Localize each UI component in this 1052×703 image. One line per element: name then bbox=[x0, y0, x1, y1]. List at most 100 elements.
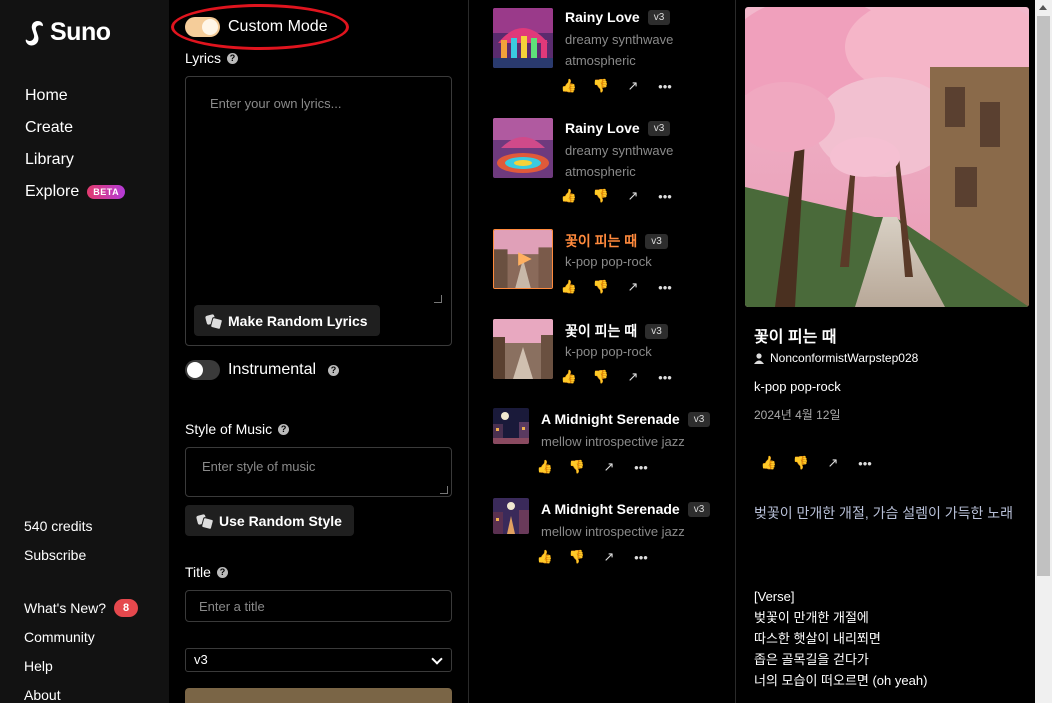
thumbs-up-icon[interactable]: 👍 bbox=[560, 369, 578, 385]
nav-library-label: Library bbox=[25, 151, 74, 168]
detail-username: NonconformistWarpstep028 bbox=[770, 351, 919, 365]
about-text: About bbox=[24, 686, 61, 703]
scrollbar[interactable] bbox=[1035, 0, 1052, 703]
more-icon[interactable]: ••• bbox=[656, 188, 674, 204]
song-thumbnail[interactable] bbox=[493, 118, 553, 178]
song-actions: 👍 👎 ↗ ••• bbox=[560, 78, 674, 94]
song-thumbnail[interactable] bbox=[493, 498, 529, 534]
whats-new-link[interactable]: What's New? 8 bbox=[24, 593, 139, 622]
style-input[interactable]: Enter style of music bbox=[185, 447, 452, 497]
song-thumbnail[interactable] bbox=[493, 8, 553, 68]
thumbs-down-icon[interactable]: 👎 bbox=[592, 78, 610, 94]
scroll-thumb[interactable] bbox=[1037, 16, 1050, 576]
credits-text: 540 credits bbox=[24, 517, 93, 534]
song-title-row[interactable]: A Midnight Serenade v3 bbox=[541, 411, 711, 427]
share-icon[interactable]: ↗ bbox=[600, 549, 618, 565]
whats-new-text: What's New? bbox=[24, 599, 107, 616]
more-icon[interactable]: ••• bbox=[856, 455, 874, 471]
more-icon[interactable]: ••• bbox=[632, 459, 650, 475]
style-placeholder: Enter style of music bbox=[202, 459, 316, 474]
dice-icon bbox=[197, 515, 211, 527]
thumbs-down-icon[interactable]: 👎 bbox=[592, 279, 610, 295]
subscribe-link[interactable]: Subscribe bbox=[24, 540, 138, 569]
share-icon[interactable]: ↗ bbox=[624, 188, 642, 204]
song-title-row[interactable]: Rainy Love v3 bbox=[565, 120, 671, 136]
share-icon[interactable]: ↗ bbox=[624, 78, 642, 94]
thumbs-up-icon[interactable]: 👍 bbox=[760, 455, 778, 471]
song-actions: 👍 👎 ↗ ••• bbox=[560, 279, 674, 295]
use-random-style-button[interactable]: Use Random Style bbox=[185, 505, 354, 536]
share-icon[interactable]: ↗ bbox=[624, 279, 642, 295]
make-random-lyrics-button[interactable]: Make Random Lyrics bbox=[194, 305, 380, 336]
thumbs-up-icon[interactable]: 👍 bbox=[536, 459, 554, 475]
custom-mode-label: Custom Mode bbox=[228, 18, 328, 35]
song-tags-line: atmospheric bbox=[565, 53, 636, 68]
version-value: v3 bbox=[194, 652, 208, 667]
thumbs-down-icon[interactable]: 👎 bbox=[792, 455, 810, 471]
more-icon[interactable]: ••• bbox=[656, 279, 674, 295]
detail-user[interactable]: NonconformistWarpstep028 bbox=[754, 351, 918, 365]
thumbs-up-icon[interactable]: 👍 bbox=[536, 549, 554, 565]
resize-handle[interactable] bbox=[440, 486, 448, 494]
thumbs-down-icon[interactable]: 👎 bbox=[568, 459, 586, 475]
custom-mode-toggle[interactable] bbox=[185, 17, 220, 37]
dice-icon bbox=[206, 315, 220, 327]
thumbs-up-icon[interactable]: 👍 bbox=[560, 188, 578, 204]
version-badge: v3 bbox=[645, 323, 668, 339]
song-tags-line: k-pop pop-rock bbox=[565, 254, 652, 269]
thumbs-down-icon[interactable]: 👎 bbox=[592, 369, 610, 385]
thumbs-up-icon[interactable]: 👍 bbox=[560, 78, 578, 94]
help-link[interactable]: Help bbox=[24, 651, 138, 680]
song-title-row[interactable]: 꽃이 피는 때 v3 bbox=[565, 321, 668, 341]
song-tags: mellow introspective jazz bbox=[541, 521, 685, 542]
community-text: Community bbox=[24, 628, 95, 645]
help-icon[interactable]: ? bbox=[278, 423, 290, 435]
version-select[interactable]: v3 bbox=[185, 648, 452, 672]
nav-library[interactable]: Library bbox=[25, 144, 125, 176]
song-title: Rainy Love bbox=[565, 9, 640, 25]
scroll-up-icon[interactable] bbox=[1039, 5, 1047, 10]
lyrics-label: Lyrics bbox=[185, 50, 222, 66]
more-icon[interactable]: ••• bbox=[656, 78, 674, 94]
thumbs-down-icon[interactable]: 👎 bbox=[568, 549, 586, 565]
main-nav: Home Create Library Explore BETA bbox=[25, 80, 126, 208]
suno-logo[interactable]: Suno bbox=[24, 18, 111, 47]
more-icon[interactable]: ••• bbox=[632, 549, 650, 565]
thumbs-down-icon[interactable]: 👎 bbox=[592, 188, 610, 204]
create-button[interactable] bbox=[185, 688, 452, 703]
community-link[interactable]: Community bbox=[24, 622, 138, 651]
title-input[interactable]: Enter a title bbox=[185, 590, 452, 622]
song-title-row[interactable]: Rainy Love v3 bbox=[565, 9, 671, 25]
beta-badge: BETA bbox=[87, 185, 126, 199]
style-label-row: Style of Music ? bbox=[185, 421, 290, 437]
song-thumbnail[interactable] bbox=[493, 229, 553, 289]
song-detail-panel: 꽃이 피는 때 NonconformistWarpstep028 k-pop p… bbox=[737, 0, 1035, 703]
more-icon[interactable]: ••• bbox=[656, 369, 674, 385]
nav-home[interactable]: Home bbox=[25, 80, 125, 112]
help-icon[interactable]: ? bbox=[227, 52, 239, 64]
song-thumbnail[interactable] bbox=[493, 319, 553, 379]
help-icon[interactable]: ? bbox=[328, 364, 340, 376]
song-title: Rainy Love bbox=[565, 120, 640, 136]
song-tags-line: atmospheric bbox=[565, 164, 636, 179]
detail-date: 2024년 4월 12일 bbox=[754, 408, 841, 422]
user-icon bbox=[754, 352, 764, 364]
share-icon[interactable]: ↗ bbox=[624, 369, 642, 385]
lyrics-placeholder: Enter your own lyrics... bbox=[210, 96, 342, 111]
help-icon[interactable]: ? bbox=[216, 566, 228, 578]
resize-handle[interactable] bbox=[434, 295, 442, 303]
song-thumbnail[interactable] bbox=[493, 408, 529, 444]
use-random-style-label: Use Random Style bbox=[219, 512, 342, 529]
share-icon[interactable]: ↗ bbox=[824, 455, 842, 471]
thumbs-up-icon[interactable]: 👍 bbox=[560, 279, 578, 295]
song-title-row[interactable]: A Midnight Serenade v3 bbox=[541, 501, 711, 517]
share-icon[interactable]: ↗ bbox=[600, 459, 618, 475]
account-links: 540 credits Subscribe What's New? 8 Comm… bbox=[24, 511, 139, 703]
instrumental-toggle[interactable] bbox=[185, 360, 220, 380]
nav-home-label: Home bbox=[25, 87, 68, 104]
nav-explore[interactable]: Explore BETA bbox=[25, 176, 126, 208]
song-title-row[interactable]: 꽃이 피는 때 v3 bbox=[565, 231, 668, 251]
about-link[interactable]: About bbox=[24, 680, 138, 703]
detail-lyrics: [Verse] 벚꽃이 만개한 개절에 따스한 햇살이 내리쬐면 좁은 골목길을… bbox=[754, 589, 928, 688]
nav-create[interactable]: Create bbox=[25, 112, 125, 144]
